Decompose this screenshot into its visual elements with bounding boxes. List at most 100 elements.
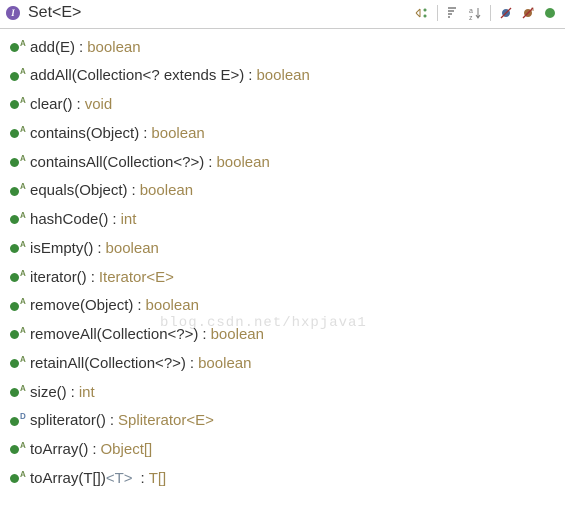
- abstract-method-badge: A: [20, 210, 26, 222]
- outline-content: blog.csdn.net/hxpjava1 Aadd(E):booleanAa…: [0, 29, 565, 497]
- method-signature: remove(Object): [30, 295, 133, 317]
- method-icon: A: [10, 300, 30, 312]
- sort-alpha-icon[interactable]: az: [466, 4, 484, 22]
- method-row[interactable]: Aequals(Object):boolean: [0, 177, 565, 206]
- method-row[interactable]: Aiterator():Iterator<E>: [0, 263, 565, 292]
- method-icon: A: [10, 444, 30, 456]
- type-parameter: <T>: [106, 468, 133, 490]
- method-signature: toArray(T[]): [30, 468, 106, 490]
- public-visibility-icon: [10, 72, 19, 81]
- method-signature: iterator(): [30, 267, 87, 289]
- abstract-method-badge: A: [20, 95, 26, 107]
- method-icon: A: [10, 185, 30, 197]
- abstract-method-badge: A: [20, 469, 26, 481]
- return-type: Iterator<E>: [99, 267, 174, 289]
- header-toolbar: az s: [413, 4, 559, 22]
- method-row[interactable]: AretainAll(Collection<?>):boolean: [0, 349, 565, 378]
- method-row[interactable]: AremoveAll(Collection<?>):boolean: [0, 321, 565, 350]
- method-signature: addAll(Collection<? extends E>): [30, 65, 244, 87]
- public-visibility-icon: [10, 330, 19, 339]
- return-type: boolean: [256, 65, 309, 87]
- method-row[interactable]: Dspliterator():Spliterator<E>: [0, 407, 565, 436]
- return-type: boolean: [151, 123, 204, 145]
- method-signature: size(): [30, 382, 67, 404]
- public-visibility-icon: [10, 388, 19, 397]
- hide-fields-icon[interactable]: [497, 4, 515, 22]
- method-signature: isEmpty(): [30, 238, 93, 260]
- abstract-method-badge: A: [20, 124, 26, 136]
- abstract-method-badge: A: [20, 239, 26, 251]
- return-separator: :: [137, 295, 141, 317]
- method-signature: contains(Object): [30, 123, 139, 145]
- abstract-method-badge: A: [20, 383, 26, 395]
- public-visibility-icon: [10, 158, 19, 167]
- hide-non-public-icon[interactable]: [541, 4, 559, 22]
- return-separator: :: [71, 382, 75, 404]
- method-row[interactable]: AtoArray(T[]) <T>:T[]: [0, 464, 565, 493]
- return-type: T[]: [149, 468, 167, 490]
- method-icon: A: [10, 243, 30, 255]
- method-icon: A: [10, 358, 30, 370]
- method-icon: A: [10, 272, 30, 284]
- method-signature: hashCode(): [30, 209, 108, 231]
- method-row[interactable]: Aremove(Object):boolean: [0, 292, 565, 321]
- return-type: boolean: [87, 37, 140, 59]
- public-visibility-icon: [10, 474, 19, 483]
- type-title: Set<E>: [28, 4, 81, 22]
- public-visibility-icon: [10, 445, 19, 454]
- public-visibility-icon: [10, 244, 19, 253]
- method-signature: equals(Object): [30, 180, 128, 202]
- method-row[interactable]: Aadd(E):boolean: [0, 33, 565, 62]
- return-separator: :: [92, 439, 96, 461]
- abstract-method-badge: A: [20, 38, 26, 50]
- return-separator: :: [77, 94, 81, 116]
- svg-text:z: z: [469, 15, 473, 21]
- method-row[interactable]: AaddAll(Collection<? extends E>):boolean: [0, 62, 565, 91]
- return-separator: :: [141, 468, 145, 490]
- method-row[interactable]: Asize():int: [0, 378, 565, 407]
- return-type: void: [85, 94, 113, 116]
- method-row[interactable]: AcontainsAll(Collection<?>):boolean: [0, 148, 565, 177]
- return-type: boolean: [198, 353, 251, 375]
- abstract-method-badge: A: [20, 440, 26, 452]
- return-type: boolean: [216, 152, 269, 174]
- method-signature: spliterator(): [30, 410, 106, 432]
- return-separator: :: [143, 123, 147, 145]
- svg-text:a: a: [469, 8, 473, 15]
- public-visibility-icon: [10, 100, 19, 109]
- abstract-method-badge: A: [20, 181, 26, 193]
- method-signature: clear(): [30, 94, 73, 116]
- toolbar-separator: [437, 5, 438, 21]
- return-type: Spliterator<E>: [118, 410, 214, 432]
- method-icon: D: [10, 415, 30, 427]
- public-visibility-icon: [10, 417, 19, 426]
- method-icon: A: [10, 99, 30, 111]
- method-icon: A: [10, 387, 30, 399]
- hide-static-icon[interactable]: s: [519, 4, 537, 22]
- member-list: Aadd(E):booleanAaddAll(Collection<? exte…: [0, 29, 565, 497]
- return-type: int: [79, 382, 95, 404]
- method-row[interactable]: AtoArray():Object[]: [0, 436, 565, 465]
- method-row[interactable]: AhashCode(): int: [0, 206, 565, 235]
- sort-icon[interactable]: [444, 4, 462, 22]
- return-separator: :: [112, 209, 116, 231]
- return-separator: :: [132, 180, 136, 202]
- public-visibility-icon: [10, 359, 19, 368]
- method-signature: retainAll(Collection<?>): [30, 353, 186, 375]
- return-separator: :: [110, 410, 114, 432]
- method-row[interactable]: AisEmpty():boolean: [0, 234, 565, 263]
- public-visibility-icon: [10, 215, 19, 224]
- abstract-method-badge: A: [20, 268, 26, 280]
- return-type: boolean: [211, 324, 264, 346]
- method-signature: toArray(): [30, 439, 88, 461]
- return-type: Object[]: [101, 439, 153, 461]
- header-left: I Set<E>: [6, 4, 81, 22]
- method-row[interactable]: Acontains(Object):boolean: [0, 119, 565, 148]
- focus-on-active-task-icon[interactable]: [413, 4, 431, 22]
- return-type: int: [121, 209, 137, 231]
- method-icon: A: [10, 329, 30, 341]
- return-type: boolean: [146, 295, 199, 317]
- public-visibility-icon: [10, 187, 19, 196]
- method-row[interactable]: Aclear():void: [0, 91, 565, 120]
- abstract-method-badge: A: [20, 153, 26, 165]
